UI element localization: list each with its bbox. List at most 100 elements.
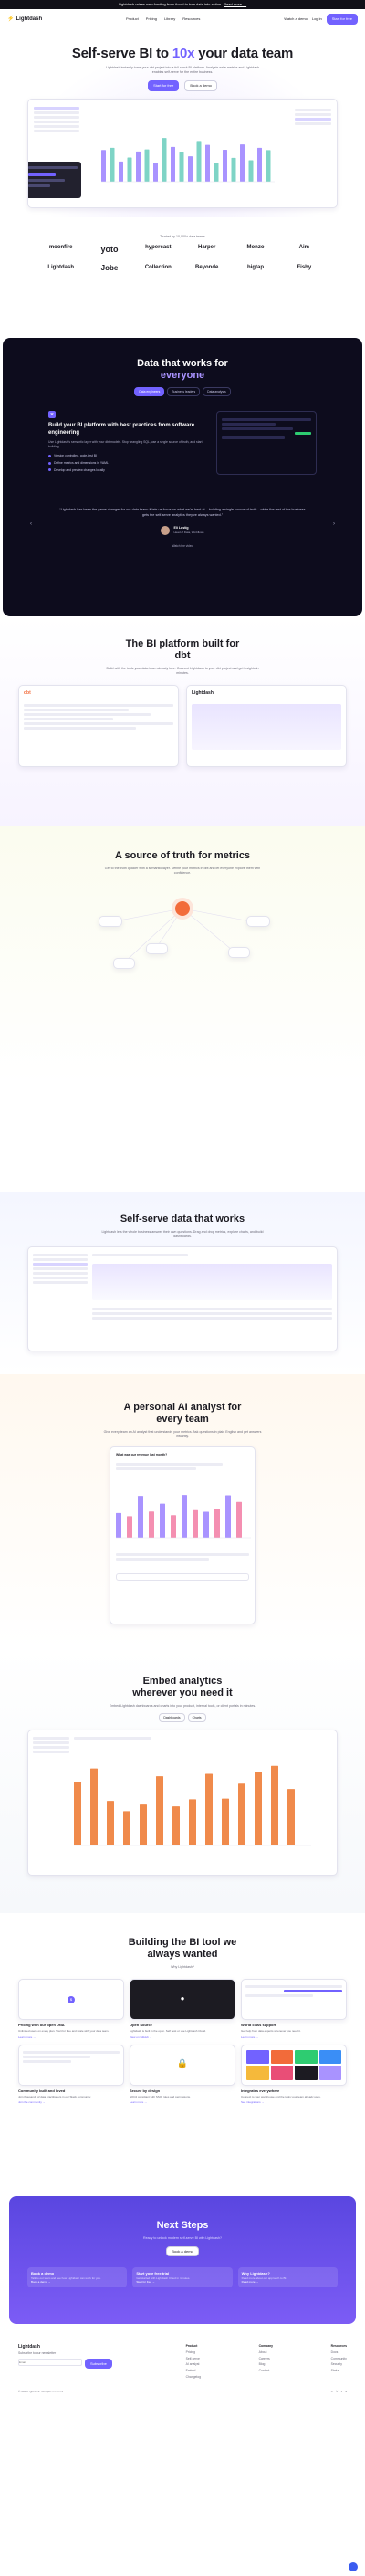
linkedin-icon[interactable]: in [331, 2390, 333, 2393]
tab-data-engineers[interactable]: Data engineers [134, 387, 165, 396]
next-steps-subtitle: Ready to unlock modern self-serve BI wit… [143, 2235, 222, 2240]
footer-link[interactable]: Self-serve [186, 2357, 201, 2361]
chart-bar [240, 143, 245, 182]
chart-bar [287, 1788, 295, 1845]
github-icon: ● [180, 1994, 185, 2003]
footer-link[interactable]: About [259, 2350, 273, 2355]
newsletter-email-input[interactable] [18, 2359, 82, 2367]
top-nav: ⚡ Lightdash Product Pricing Library Reso… [0, 9, 365, 29]
hero-bar-chart [101, 137, 275, 182]
feature-link[interactable]: Learn more → [241, 2035, 347, 2039]
chevron-left-icon[interactable]: ‹ [30, 520, 32, 528]
footer-link[interactable]: Status [331, 2369, 347, 2373]
footer-link[interactable]: AI analyst [186, 2362, 201, 2367]
subscribe-button[interactable]: Subscribe [85, 2359, 112, 2370]
features-section-title: Building the BI tool we always wanted [128, 1936, 237, 1960]
embed-bar-chart [74, 1765, 311, 1845]
footer-link[interactable]: Security [331, 2362, 347, 2367]
logo[interactable]: ⚡ Lightdash [7, 16, 42, 23]
metric-node [99, 915, 122, 927]
footer-logo[interactable]: Lightdash [18, 2344, 128, 2350]
metric-node [146, 942, 168, 954]
tab-business-leaders[interactable]: Business leaders [167, 387, 201, 396]
logos-section: Trusted by 10,000+ data teams moonfire y… [0, 217, 365, 283]
footer-link[interactable]: Contact [259, 2369, 273, 2373]
feature-link[interactable]: View on GitHub → [130, 2035, 235, 2039]
tab-charts[interactable]: Charts [187, 1713, 206, 1722]
customer-logo: yoto [100, 244, 119, 254]
nav-link-resources[interactable]: Resources [182, 16, 200, 21]
tab-data-analysts[interactable]: Data analysts [203, 387, 231, 396]
feature-card: Integrates everywhere Connect to your wa… [241, 2044, 347, 2104]
feature-link[interactable]: Learn more → [18, 2035, 124, 2039]
nav-link-library[interactable]: Library [164, 16, 175, 21]
check-item: Develop and preview changes locally [48, 468, 205, 473]
copyright: © 2024 Lightdash. All rights reserved. [18, 2390, 64, 2394]
twitter-icon[interactable]: 𝕏 [336, 2390, 338, 2393]
feature-card: Community built and loved Join thousands… [18, 2044, 124, 2104]
code-editor-panel [28, 161, 81, 198]
chart-bar [162, 137, 167, 182]
github-icon[interactable]: ● [341, 2390, 343, 2393]
feature-card: 🔒 Secure by design SOC2 compliant with S… [130, 2044, 235, 2104]
chat-question: What was our revenue last month? [116, 1453, 168, 1457]
start-free-button[interactable]: Start for free [326, 14, 358, 25]
chart-bar [205, 1773, 213, 1845]
footer-link[interactable]: Embed [186, 2369, 201, 2373]
footer-link[interactable]: Docs [331, 2350, 347, 2355]
next-steps-demo-button[interactable]: Book a demo [166, 2245, 199, 2257]
slack-icon[interactable]: # [345, 2390, 347, 2393]
chat-input[interactable] [116, 1572, 249, 1581]
chart-bar [107, 1800, 114, 1845]
embed-section-title: Embed analytics wherever you need it [132, 1675, 233, 1698]
chart-bar [257, 147, 262, 182]
customer-logo: Fishy [297, 264, 312, 270]
chat-widget-button[interactable] [349, 2562, 358, 2571]
feature-link[interactable]: Join the community → [18, 2100, 124, 2104]
footer-link[interactable]: Changelog [186, 2375, 201, 2380]
chart-bar [171, 1515, 176, 1538]
chart-bar [127, 1516, 132, 1538]
footer-link[interactable]: Pricing [186, 2350, 201, 2355]
chart-bar [188, 155, 193, 182]
hero-start-button[interactable]: Start for free [148, 80, 180, 91]
dbt-label: dbt [24, 690, 31, 697]
announcement-banner[interactable]: Lightdash raises new funding from Accel … [0, 0, 365, 9]
chart-bar [236, 1501, 242, 1538]
feature-card: $ Pricing with our open DNA Unlimited us… [18, 1979, 124, 2039]
dbt-code-card: dbt [18, 685, 179, 768]
chevron-right-icon[interactable]: › [333, 520, 335, 528]
area-chart [192, 703, 341, 750]
feature-link[interactable]: See integrations → [241, 2100, 347, 2104]
metrics-section-subtitle: Get to the truth quicker with a semantic… [104, 866, 261, 875]
chart-bar [116, 1512, 121, 1538]
customer-logo: Collection [144, 264, 172, 270]
chart-bar [171, 146, 175, 182]
nav-links: Product Pricing Library Resources [126, 16, 200, 21]
login-link[interactable]: Log in [312, 16, 322, 21]
footer-link[interactable]: Careers [259, 2357, 273, 2361]
banner-link[interactable]: Read more → [224, 2, 246, 6]
watch-video-link[interactable]: Watch the video [57, 544, 308, 548]
footer-link[interactable]: Blog [259, 2362, 273, 2367]
chart-bar [179, 152, 184, 182]
chart-bar [123, 1811, 130, 1845]
tab-dashboards[interactable]: Dashboards [159, 1713, 185, 1722]
dbt-section-subtitle: Build with the tools your data team alre… [106, 667, 259, 676]
hero-title: Self-serve BI to 10x your data team [71, 46, 294, 61]
selfserve-section: Self-serve data that works Lightdash let… [0, 1191, 365, 1374]
watch-demo-link[interactable]: Watch a demo [284, 16, 308, 21]
chart-bar [271, 1765, 278, 1845]
ai-bar-chart [116, 1494, 251, 1538]
nav-link-pricing[interactable]: Pricing [146, 16, 157, 21]
nav-link-product[interactable]: Product [126, 16, 139, 21]
hero-demo-button[interactable]: Book a demo [184, 80, 217, 91]
next-step-card[interactable]: Why Lightdash? Read more about our appro… [237, 2267, 338, 2287]
next-step-card[interactable]: Start your free trial Get started with L… [132, 2267, 233, 2287]
audience-title: Data that works for everyone [137, 357, 228, 381]
next-step-card[interactable]: Book a demo Talk to our team and see how… [27, 2267, 128, 2287]
embed-section: Embed analytics wherever you need it Emb… [0, 1647, 365, 1913]
feature-link[interactable]: Learn more → [130, 2100, 235, 2104]
footer-link[interactable]: Community [331, 2357, 347, 2361]
features-grid: $ Pricing with our open DNA Unlimited us… [18, 1979, 347, 2104]
